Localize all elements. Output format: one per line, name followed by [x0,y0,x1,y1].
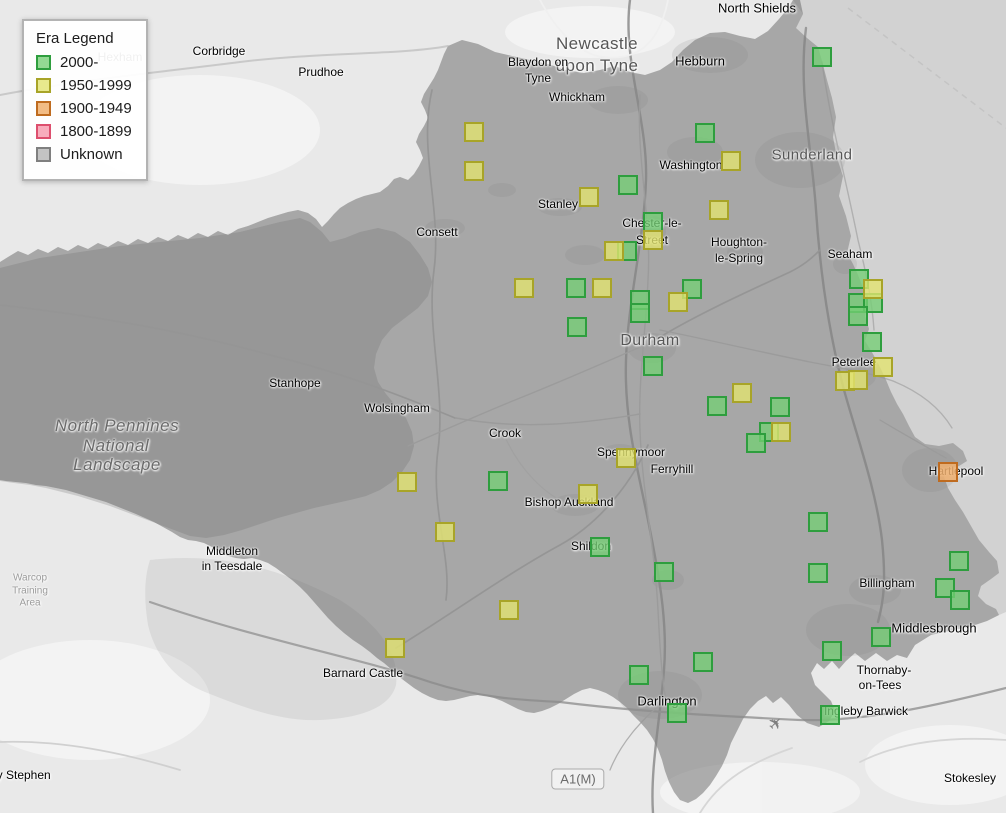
era-marker[interactable] [643,230,663,250]
legend-item: 1950-1999 [36,77,132,94]
legend-title: Era Legend [36,30,114,47]
era-marker[interactable] [592,278,612,298]
legend-swatch-icon [36,55,51,70]
era-marker[interactable] [616,448,636,468]
era-legend: Era Legend 2000- 1950-1999 1900-1949 1800-1… [22,19,148,181]
legend-item: 2000- [36,54,132,71]
era-marker[interactable] [707,396,727,416]
era-marker[interactable] [630,303,650,323]
era-marker[interactable] [567,317,587,337]
basemap-tiles [0,0,1006,813]
era-marker[interactable] [629,665,649,685]
road-badge: A1(M) [551,768,605,790]
era-marker[interactable] [808,512,828,532]
era-marker[interactable] [668,292,688,312]
era-marker[interactable] [397,472,417,492]
era-marker[interactable] [871,627,891,647]
legend-item-label: 1900-1949 [60,100,132,117]
era-marker[interactable] [514,278,534,298]
era-marker[interactable] [385,638,405,658]
era-marker[interactable] [435,522,455,542]
era-marker[interactable] [808,563,828,583]
era-marker[interactable] [693,652,713,672]
era-marker[interactable] [820,705,840,725]
era-marker[interactable] [863,279,883,299]
era-marker[interactable] [950,590,970,610]
era-marker[interactable] [654,562,674,582]
legend-swatch-icon [36,101,51,116]
era-marker[interactable] [848,370,868,390]
era-marker[interactable] [695,123,715,143]
era-marker[interactable] [464,122,484,142]
era-marker[interactable] [579,187,599,207]
legend-item: 1900-1949 [36,100,132,117]
era-marker[interactable] [770,397,790,417]
era-marker[interactable] [667,703,687,723]
era-marker[interactable] [949,551,969,571]
era-marker[interactable] [812,47,832,67]
map-canvas[interactable]: North ShieldsNewcastleupon TyneHebburnHe… [0,0,1006,813]
era-marker[interactable] [578,484,598,504]
legend-item-label: 1800-1899 [60,123,132,140]
legend-item: Unknown [36,146,132,163]
era-marker[interactable] [488,471,508,491]
era-marker[interactable] [590,537,610,557]
era-marker[interactable] [848,306,868,326]
era-marker[interactable] [643,356,663,376]
era-marker[interactable] [746,433,766,453]
legend-swatch-icon [36,124,51,139]
era-marker[interactable] [732,383,752,403]
legend-item-label: 2000- [60,54,99,71]
era-marker[interactable] [862,332,882,352]
era-marker[interactable] [873,357,893,377]
era-marker[interactable] [709,200,729,220]
legend-swatch-icon [36,78,51,93]
legend-swatch-icon [36,147,51,162]
era-marker[interactable] [566,278,586,298]
era-marker[interactable] [822,641,842,661]
era-marker[interactable] [604,241,624,261]
legend-item: 1800-1899 [36,123,132,140]
era-marker[interactable] [618,175,638,195]
legend-items: 2000- 1950-1999 1900-1949 1800-1899 Unknown [36,54,132,163]
era-marker[interactable] [643,212,663,232]
legend-item-label: Unknown [60,146,123,163]
era-marker[interactable] [721,151,741,171]
era-marker[interactable] [938,462,958,482]
era-marker[interactable] [464,161,484,181]
era-marker[interactable] [771,422,791,442]
legend-item-label: 1950-1999 [60,77,132,94]
era-marker[interactable] [499,600,519,620]
